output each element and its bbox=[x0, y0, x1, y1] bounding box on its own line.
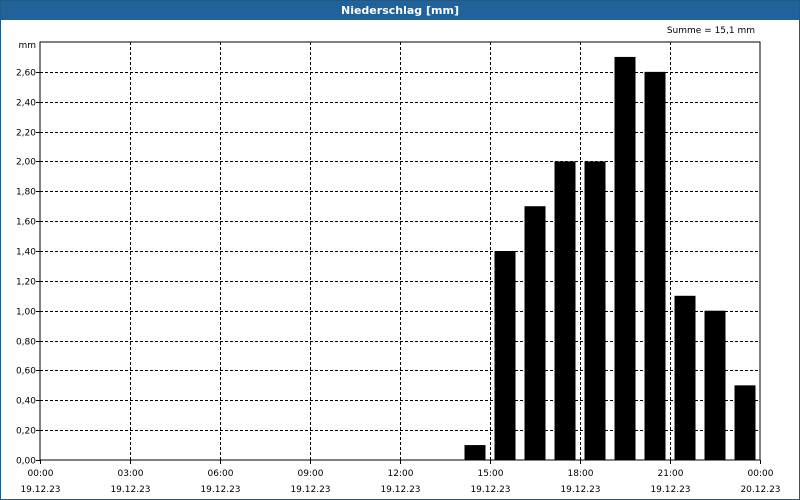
bar bbox=[704, 310, 726, 460]
y-tick-label: 1,00 bbox=[16, 308, 36, 318]
bar bbox=[464, 445, 486, 460]
y-tick-label: 1,40 bbox=[16, 248, 36, 258]
bar bbox=[644, 71, 666, 460]
x-tick-date: 19.12.23 bbox=[290, 485, 330, 495]
x-tick-date: 19.12.23 bbox=[200, 485, 240, 495]
y-axis-label: mm bbox=[18, 41, 36, 51]
y-tick-label: 0,80 bbox=[16, 338, 36, 348]
x-tick-date: 19.12.23 bbox=[380, 485, 420, 495]
y-tick-label: 2,20 bbox=[16, 129, 36, 139]
y-tick-label: 2,60 bbox=[16, 69, 36, 79]
bar bbox=[554, 161, 576, 460]
x-tick-time: 09:00 bbox=[298, 469, 324, 479]
bar bbox=[734, 385, 756, 460]
y-tick-label: 0,60 bbox=[16, 367, 36, 377]
y-tick-label: 0,20 bbox=[16, 427, 36, 437]
x-tick-time: 18:00 bbox=[568, 469, 594, 479]
x-tick-time: 03:00 bbox=[118, 469, 144, 479]
x-tick-time: 06:00 bbox=[208, 469, 234, 479]
bar bbox=[614, 56, 636, 461]
x-tick-date: 19.12.23 bbox=[470, 485, 510, 495]
x-tick-time: 12:00 bbox=[388, 469, 414, 479]
y-tick-label: 2,40 bbox=[16, 99, 36, 109]
y-tick-label: 1,60 bbox=[16, 218, 36, 228]
x-tick-date: 19.12.23 bbox=[560, 485, 600, 495]
bar bbox=[524, 206, 546, 460]
x-tick-date: 19.12.23 bbox=[20, 485, 60, 495]
y-tick-label: 0,00 bbox=[16, 457, 36, 467]
x-tick-date: 20.12.23 bbox=[740, 485, 780, 495]
y-tick-label: 1,80 bbox=[16, 188, 36, 198]
y-tick-label: 1,20 bbox=[16, 278, 36, 288]
x-tick-time: 00:00 bbox=[748, 469, 774, 479]
precipitation-chart: 0,00 0,20 0,40 0,60 0,80 1,00 1,20 1,40 1,60 1,80… bbox=[16, 41, 781, 495]
x-tick-time: 15:00 bbox=[478, 469, 504, 479]
bar bbox=[674, 295, 696, 460]
x-tick-time: 21:00 bbox=[658, 469, 684, 479]
x-tick-time: 00:00 bbox=[28, 469, 54, 479]
x-tick-date: 19.12.23 bbox=[650, 485, 690, 495]
bar bbox=[494, 251, 516, 460]
x-tick-date: 19.12.23 bbox=[110, 485, 150, 495]
y-tick-label: 0,40 bbox=[16, 397, 36, 407]
y-tick-label: 2,00 bbox=[16, 158, 36, 168]
bar bbox=[584, 161, 606, 460]
